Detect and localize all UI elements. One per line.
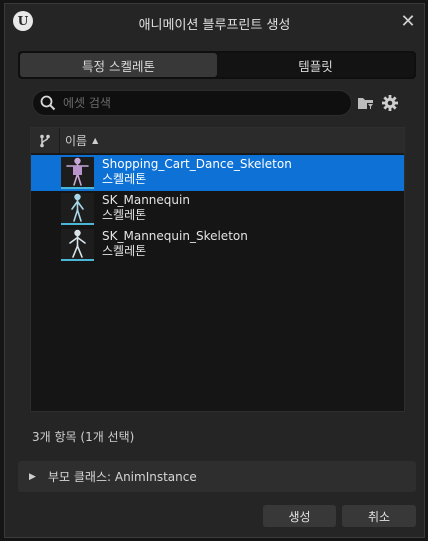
list-item[interactable]: Shopping_Cart_Dance_Skeleton 스켈레톤 (31, 155, 404, 191)
parent-class-section[interactable]: ▶ 부모 클래스: AnimInstance (18, 461, 416, 492)
asset-list: 이름 ▲ Shopping_Cart_Dance_Skeleton 스켈레톤 S… (30, 127, 405, 412)
tab-template[interactable]: 템플릿 (217, 53, 414, 77)
title-bar[interactable]: U 애니메이션 블루프린트 생성 ✕ (5, 4, 424, 40)
sort-ascending-icon: ▲ (92, 136, 99, 145)
create-anim-blueprint-dialog: U 애니메이션 블루프린트 생성 ✕ 특정 스켈레톤 템플릿 에셋 검색 이름 … (4, 3, 425, 538)
gear-icon[interactable] (379, 92, 401, 114)
skeleton-icon (61, 193, 94, 225)
name-column-header[interactable]: 이름 ▲ (65, 128, 98, 153)
item-type: 스켈레톤 (102, 172, 147, 186)
skeleton-icon (61, 229, 94, 261)
folder-filter-icon[interactable] (355, 92, 377, 114)
thumb-accent (61, 223, 94, 225)
item-name: Shopping_Cart_Dance_Skeleton (102, 157, 292, 171)
parent-class-label: 부모 클래스: AnimInstance (48, 470, 197, 484)
item-count-status: 3개 항목 (1개 선택) (32, 430, 135, 444)
list-item[interactable]: SK_Mannequin_Skeleton 스켈레톤 (31, 227, 404, 263)
cancel-button[interactable]: 취소 (342, 505, 416, 527)
item-type: 스켈레톤 (102, 244, 147, 258)
close-icon[interactable]: ✕ (398, 12, 418, 32)
dialog-title: 애니메이션 블루프린트 생성 (138, 18, 291, 33)
search-box[interactable] (32, 90, 352, 116)
name-column-label: 이름 (65, 134, 88, 148)
search-input[interactable] (61, 95, 335, 111)
list-header: 이름 ▲ (31, 128, 404, 154)
branch-icon[interactable] (31, 128, 60, 153)
tab-specific-skeleton[interactable]: 특정 스켈레톤 (20, 53, 217, 77)
thumb-accent (61, 187, 94, 189)
list-item[interactable]: SK_Mannequin 스켈레톤 (31, 191, 404, 227)
item-type: 스켈레톤 (102, 208, 147, 222)
thumb-accent (61, 259, 94, 261)
tab-bar: 특정 스켈레톤 템플릿 (18, 51, 416, 79)
search-icon (37, 92, 59, 114)
create-button[interactable]: 생성 (263, 505, 336, 527)
item-name: SK_Mannequin (102, 193, 190, 207)
item-name: SK_Mannequin_Skeleton (102, 229, 248, 243)
expand-arrow-icon[interactable]: ▶ (29, 472, 37, 482)
skeleton-icon (61, 157, 94, 189)
